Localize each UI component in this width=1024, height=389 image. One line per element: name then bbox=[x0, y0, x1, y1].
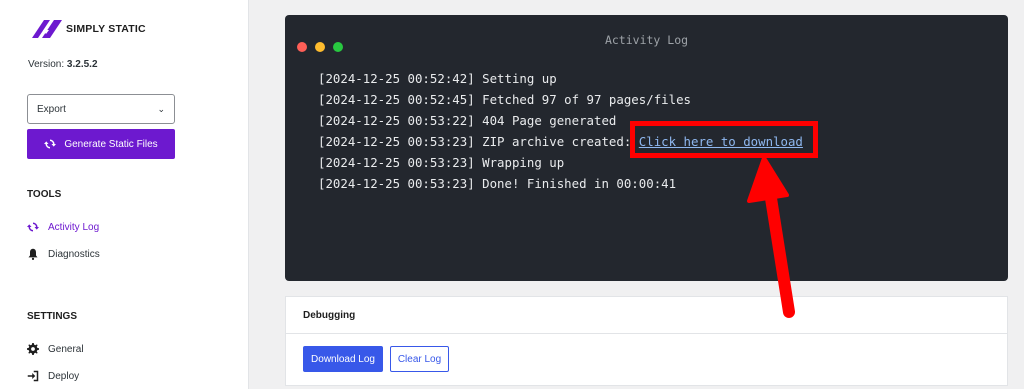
log-line: [2024-12-25 00:52:45] Fetched 97 of 97 p… bbox=[318, 92, 691, 107]
nav-item-label: Diagnostics bbox=[48, 248, 100, 260]
log-line-text: [2024-12-25 00:53:23] ZIP archive create… bbox=[318, 134, 639, 149]
refresh-icon bbox=[44, 139, 57, 149]
export-select[interactable]: Export ⌄ bbox=[27, 94, 175, 124]
debugging-panel: Debugging Download Log Clear Log bbox=[285, 296, 1008, 386]
nav-item-label: Deploy bbox=[48, 370, 80, 382]
nav-item-activity-log[interactable]: Activity Log bbox=[27, 221, 99, 233]
nav-item-deploy[interactable]: Deploy bbox=[27, 370, 79, 382]
export-select-value: Export bbox=[37, 103, 66, 115]
log-line: [2024-12-25 00:53:23] Done! Finished in … bbox=[318, 176, 677, 191]
generate-button-label: Generate Static Files bbox=[64, 138, 158, 150]
generate-static-files-button[interactable]: Generate Static Files bbox=[27, 129, 175, 159]
nav-item-label: Activity Log bbox=[48, 221, 100, 233]
sidebar: SIMPLY STATIC Version: 3.2.5.2 Export ⌄ … bbox=[0, 0, 249, 389]
sign-in-icon bbox=[27, 370, 39, 382]
gear-icon bbox=[27, 343, 39, 355]
brand-name: SIMPLY STATIC bbox=[66, 23, 146, 35]
annotation-highlight-box bbox=[630, 121, 818, 158]
nav-item-label: General bbox=[48, 343, 84, 355]
settings-heading: SETTINGS bbox=[27, 311, 78, 322]
terminal-title: Activity Log bbox=[604, 33, 689, 47]
version-text: Version: 3.2.5.2 bbox=[28, 59, 98, 70]
clear-log-button[interactable]: Clear Log bbox=[390, 346, 449, 372]
version-label: Version: bbox=[28, 59, 65, 70]
refresh-icon bbox=[27, 222, 39, 232]
debugging-title: Debugging bbox=[286, 297, 1007, 334]
tools-heading: TOOLS bbox=[27, 189, 62, 200]
brand[interactable]: SIMPLY STATIC bbox=[30, 18, 146, 40]
nav-item-general[interactable]: General bbox=[27, 343, 84, 355]
bell-icon bbox=[28, 248, 38, 260]
chevron-down-icon: ⌄ bbox=[157, 103, 165, 114]
simply-static-logo bbox=[32, 20, 62, 38]
log-line: [2024-12-25 00:52:42] Setting up bbox=[318, 71, 557, 86]
nav-item-diagnostics[interactable]: Diagnostics bbox=[27, 248, 100, 260]
download-log-button[interactable]: Download Log bbox=[303, 346, 383, 372]
version-value: 3.2.5.2 bbox=[66, 59, 98, 70]
